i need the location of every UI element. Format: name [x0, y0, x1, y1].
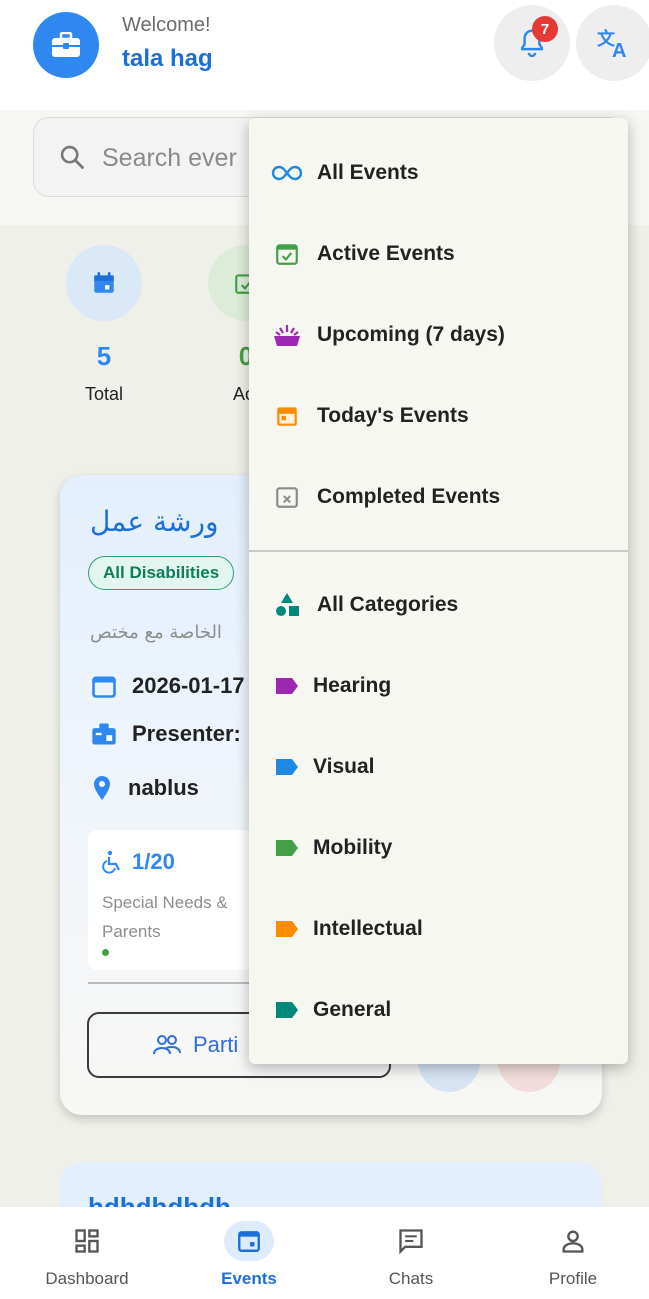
- calendar-x-icon: [271, 481, 303, 513]
- dashboard-icon: [62, 1221, 112, 1261]
- menu-item-general[interactable]: General: [249, 969, 628, 1050]
- menu-label-completed: Completed Events: [317, 484, 501, 508]
- event-date: 2026-01-17: [132, 673, 245, 698]
- stat-total[interactable]: 5 Total: [44, 245, 164, 405]
- participants-button-label: Parti: [193, 1032, 239, 1057]
- menu-item-intellectual[interactable]: Intellectual: [249, 888, 628, 969]
- event-presenter-row: Presenter:: [90, 720, 241, 748]
- nav-events[interactable]: Events: [168, 1207, 330, 1299]
- nav-profile[interactable]: Profile: [492, 1207, 649, 1299]
- menu-label-upcoming: Upcoming (7 days): [317, 322, 505, 346]
- menu-item-upcoming[interactable]: Upcoming (7 days): [249, 294, 628, 375]
- label-icon: [271, 913, 303, 945]
- username: tala hag: [122, 45, 213, 72]
- label-icon: [271, 751, 303, 783]
- person-icon: [548, 1221, 598, 1261]
- event-location-row: nablus: [90, 774, 199, 802]
- bottom-navigation: Dashboard Events Chats Profile: [0, 1207, 649, 1299]
- shapes-icon: [271, 589, 303, 621]
- calendar-icon: [92, 676, 116, 698]
- menu-item-all-categories[interactable]: All Categories: [249, 564, 628, 645]
- event-presenter: Presenter:: [132, 721, 241, 746]
- app-header: Welcome! tala hag 7 文A: [0, 0, 649, 110]
- group-icon: [153, 1035, 181, 1055]
- chat-icon: [386, 1221, 436, 1261]
- notification-badge: 7: [532, 16, 558, 42]
- menu-label-active-events: Active Events: [317, 241, 455, 265]
- stat-total-value: 5: [96, 341, 112, 371]
- event-description: الخاصة مع مختص: [90, 622, 222, 643]
- translate-button[interactable]: 文A: [576, 5, 649, 81]
- menu-label-intellectual: Intellectual: [313, 916, 423, 940]
- infinity-icon: [271, 157, 303, 189]
- calendar-icon: [66, 245, 142, 321]
- presenter-icon: [92, 723, 116, 745]
- menu-item-hearing[interactable]: Hearing: [249, 645, 628, 726]
- nav-profile-label: Profile: [548, 1269, 598, 1288]
- stat-total-label: Total: [84, 384, 124, 404]
- menu-item-all-events[interactable]: All Events: [249, 132, 628, 213]
- category-pill: All Disabilities: [88, 556, 235, 590]
- translate-icon: 文A: [597, 28, 626, 60]
- svg-text:A: A: [612, 40, 626, 60]
- nav-dashboard-label: Dashboard: [45, 1269, 129, 1288]
- menu-label-hearing: Hearing: [313, 673, 392, 697]
- participants-text: Special Needs & Parents: [102, 893, 228, 941]
- filter-dropdown-menu: All Events Active Events Upcoming (7 day…: [249, 118, 628, 1064]
- participants-count-row: 1/20: [102, 849, 175, 875]
- event-date-row: 2026-01-17: [90, 672, 245, 700]
- menu-label-today: Today's Events: [317, 403, 469, 427]
- nav-chats-label: Chats: [388, 1269, 434, 1288]
- participants-progress: [102, 949, 109, 956]
- notifications-button[interactable]: [494, 5, 570, 81]
- menu-item-active-events[interactable]: Active Events: [249, 213, 628, 294]
- nav-chats[interactable]: Chats: [330, 1207, 492, 1299]
- nav-events-label: Events: [221, 1269, 277, 1288]
- party-icon: [271, 319, 303, 351]
- calendar-check-icon: [271, 238, 303, 270]
- nav-dashboard[interactable]: Dashboard: [6, 1207, 168, 1299]
- event-location: nablus: [128, 775, 199, 800]
- calendar-today-icon: [271, 400, 303, 432]
- menu-label-general: General: [313, 997, 392, 1021]
- menu-divider: [249, 550, 628, 552]
- label-icon: [271, 832, 303, 864]
- menu-item-visual[interactable]: Visual: [249, 726, 628, 807]
- welcome-text: Welcome!: [122, 14, 211, 36]
- participants-count: 1/20: [132, 849, 175, 874]
- search-icon: [60, 145, 84, 169]
- label-icon: [271, 670, 303, 702]
- menu-label-mobility: Mobility: [313, 835, 393, 859]
- menu-label-all-categories: All Categories: [317, 592, 459, 616]
- label-icon: [271, 994, 303, 1026]
- menu-item-today[interactable]: Today's Events: [249, 375, 628, 456]
- menu-label-all-events: All Events: [317, 160, 419, 184]
- menu-item-mobility[interactable]: Mobility: [249, 807, 628, 888]
- event-title: ورشة عمل: [90, 505, 219, 538]
- calendar-icon: [224, 1221, 274, 1261]
- menu-item-completed[interactable]: Completed Events: [249, 456, 628, 537]
- location-pin-icon: [94, 776, 110, 800]
- wheelchair-icon: [102, 850, 120, 874]
- menu-label-visual: Visual: [313, 754, 375, 778]
- briefcase-icon: [33, 12, 99, 78]
